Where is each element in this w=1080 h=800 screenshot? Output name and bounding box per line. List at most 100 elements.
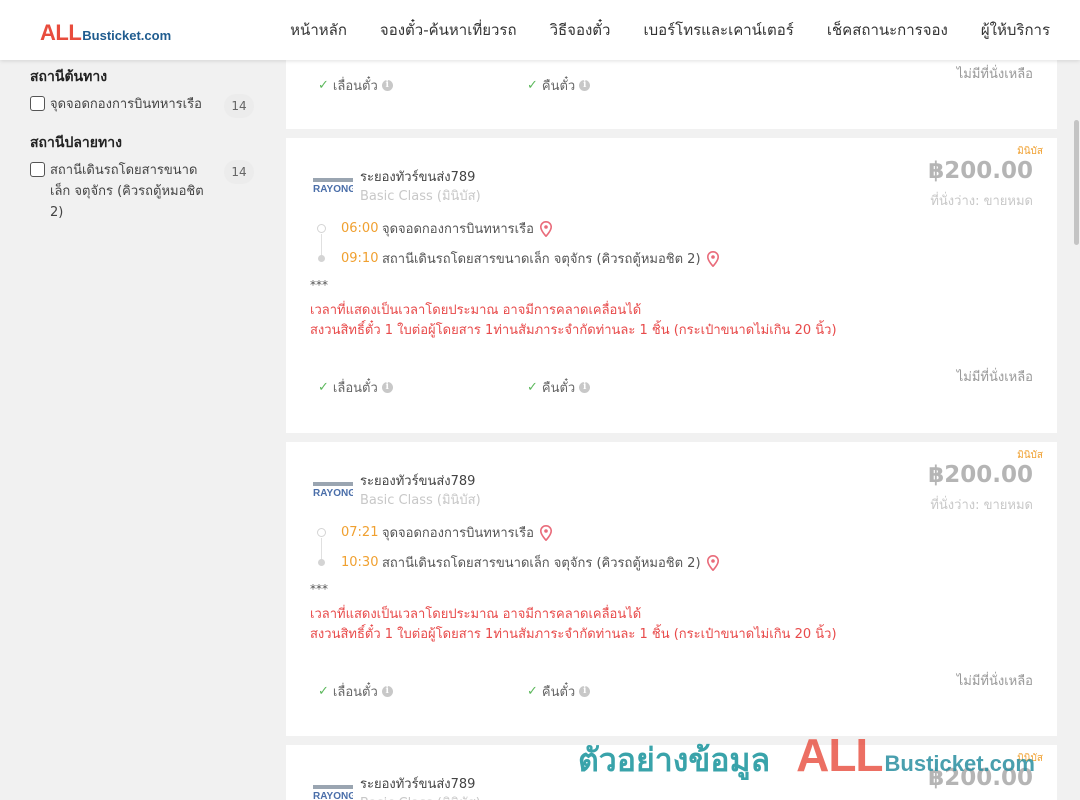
- arrival-time: 10:30: [341, 555, 379, 570]
- map-pin-icon[interactable]: [539, 524, 552, 541]
- trip-card[interactable]: มินิบัส RAYONG ระยองทัวร์ขนส่ง789 Basic …: [286, 745, 1057, 800]
- map-pin-icon[interactable]: [539, 220, 552, 237]
- refund-label: คืนตั๋ว: [541, 79, 576, 94]
- vehicle-badge: มินิบัส: [1017, 753, 1043, 764]
- origin-filter-item[interactable]: จุดจอดกองการบินทหารเรือ 14: [30, 94, 260, 118]
- dest-filter-item[interactable]: สถานีเดินรถโดยสารขนาดเล็ก จตุจักร (คิวรถ…: [30, 160, 260, 223]
- vehicle-badge: มินิบัส: [1017, 450, 1043, 461]
- no-seats-label: ไม่มีที่นั่งเหลือ: [956, 674, 1033, 689]
- class-label: Basic Class (มินิบัส): [360, 792, 481, 800]
- trip-card-partial[interactable]: ✓ เลื่อนตั๋ว i ✓ คืนตั๋ว i ไม่มีที่นั่งเ…: [286, 60, 1057, 129]
- origin-filter-label: จุดจอดกองการบินทหารเรือ: [50, 97, 202, 112]
- nav-book-search[interactable]: จองตั๋ว-ค้นหาเที่ยวรถ: [380, 18, 517, 42]
- departure-stop: 06:00 จุดจอดกองการบินทหารเรือ: [341, 218, 552, 239]
- operator-logo-icon: RAYONG: [313, 178, 353, 194]
- dest-filter-title: สถานีปลายทาง: [30, 135, 122, 151]
- operator-logo-icon: RAYONG: [313, 785, 353, 800]
- reschedule-label: เลื่อนตั๋ว: [332, 79, 378, 94]
- site-logo[interactable]: ALL Busticket.com: [40, 20, 171, 46]
- check-icon: ✓: [527, 380, 538, 395]
- baggage-note: สงวนสิทธิ์ตั๋ว 1 ใบต่อผู้โดยสาร 1ท่านสัม…: [310, 627, 837, 642]
- info-icon[interactable]: i: [579, 80, 591, 91]
- refund-option: ✓ คืนตั๋ว i: [527, 75, 591, 96]
- trip-card[interactable]: มินิบัส RAYONG ระยองทัวร์ขนส่ง789 Basic …: [286, 442, 1057, 736]
- svg-text:RAYONG: RAYONG: [313, 488, 353, 498]
- main-nav: หน้าหลัก จองตั๋ว-ค้นหาเที่ยวรถ วิธีจองตั…: [257, 0, 1050, 60]
- info-icon[interactable]: i: [579, 382, 591, 393]
- arrival-stop: 09:10 สถานีเดินรถโดยสารขนาดเล็ก จตุจักร …: [341, 248, 719, 269]
- origin-filter-title: สถานีต้นทาง: [30, 69, 108, 85]
- info-icon[interactable]: i: [381, 382, 393, 393]
- notes-separator: ***: [310, 278, 328, 292]
- departure-station: จุดจอดกองการบินทหารเรือ: [382, 222, 534, 237]
- operator-name: ระยองทัวร์ขนส่ง789: [360, 777, 476, 792]
- timeline-end-dot: [318, 559, 325, 566]
- seats-available: ที่นั่งว่าง: ขายหมด: [930, 498, 1033, 513]
- seats-available: ที่นั่งว่าง: ขายหมด: [930, 194, 1033, 209]
- no-seats-label: ไม่มีที่นั่งเหลือ: [956, 370, 1033, 385]
- check-icon: ✓: [527, 78, 538, 93]
- reschedule-label: เลื่อนตั๋ว: [332, 685, 378, 700]
- nav-booking-status[interactable]: เช็คสถานะการจอง: [827, 18, 948, 42]
- reschedule-option: ✓ เลื่อนตั๋ว i: [318, 681, 393, 702]
- no-seats-label: ไม่มีที่นั่งเหลือ: [956, 67, 1033, 82]
- info-icon[interactable]: i: [381, 686, 393, 697]
- arrival-stop: 10:30 สถานีเดินรถโดยสารขนาดเล็ก จตุจักร …: [341, 552, 719, 573]
- site-header: ALL Busticket.com หน้าหลัก จองตั๋ว-ค้นหา…: [0, 0, 1080, 60]
- price: ฿200.00: [928, 765, 1033, 791]
- price: ฿200.00: [928, 462, 1033, 488]
- origin-count-badge: 14: [224, 94, 254, 118]
- vehicle-badge: มินิบัส: [1017, 146, 1043, 157]
- info-icon[interactable]: i: [381, 80, 393, 91]
- departure-time: 06:00: [341, 221, 379, 236]
- refund-label: คืนตั๋ว: [541, 685, 576, 700]
- check-icon: ✓: [318, 684, 329, 699]
- class-label: Basic Class (มินิบัส): [360, 493, 481, 508]
- timeline-end-dot: [318, 255, 325, 262]
- departure-station: จุดจอดกองการบินทหารเรือ: [382, 526, 534, 541]
- dest-checkbox[interactable]: [30, 162, 45, 177]
- nav-how-to-book[interactable]: วิธีจองตั๋ว: [550, 18, 611, 42]
- arrival-station: สถานีเดินรถโดยสารขนาดเล็ก จตุจักร (คิวรถ…: [382, 556, 701, 571]
- departure-stop: 07:21 จุดจอดกองการบินทหารเรือ: [341, 522, 552, 543]
- reschedule-option: ✓ เลื่อนตั๋ว i: [318, 377, 393, 398]
- scrollbar-thumb[interactable]: [1074, 120, 1079, 245]
- origin-checkbox[interactable]: [30, 96, 45, 111]
- reschedule-label: เลื่อนตั๋ว: [332, 381, 378, 396]
- map-pin-icon[interactable]: [706, 554, 719, 571]
- arrival-time: 09:10: [341, 251, 379, 266]
- time-estimate-note: เวลาที่แสดงเป็นเวลาโดยประมาณ อาจมีการคลา…: [310, 303, 642, 318]
- logo-all: ALL: [40, 20, 82, 45]
- dest-filter-label: สถานีเดินรถโดยสารขนาดเล็ก จตุจักร (คิวรถ…: [50, 163, 204, 220]
- operator-name: ระยองทัวร์ขนส่ง789: [360, 170, 476, 185]
- filter-sidebar: สถานีต้นทาง จุดจอดกองการบินทหารเรือ 14 ส…: [30, 60, 260, 223]
- refund-option: ✓ คืนตั๋ว i: [527, 681, 591, 702]
- class-label: Basic Class (มินิบัส): [360, 189, 481, 204]
- baggage-note: สงวนสิทธิ์ตั๋ว 1 ใบต่อผู้โดยสาร 1ท่านสัม…: [310, 323, 837, 338]
- price: ฿200.00: [928, 158, 1033, 184]
- nav-operators[interactable]: ผู้ให้บริการ: [981, 18, 1050, 42]
- info-icon[interactable]: i: [579, 686, 591, 697]
- check-icon: ✓: [527, 684, 538, 699]
- check-icon: ✓: [318, 78, 329, 93]
- timeline-start-dot: [317, 224, 326, 233]
- nav-contacts[interactable]: เบอร์โทรและเคาน์เตอร์: [643, 18, 793, 42]
- reschedule-option: ✓ เลื่อนตั๋ว i: [318, 75, 393, 96]
- map-pin-icon[interactable]: [706, 250, 719, 267]
- trip-card[interactable]: มินิบัส RAYONG ระยองทัวร์ขนส่ง789 Basic …: [286, 138, 1057, 433]
- arrival-station: สถานีเดินรถโดยสารขนาดเล็ก จตุจักร (คิวรถ…: [382, 252, 701, 267]
- operator-name: ระยองทัวร์ขนส่ง789: [360, 474, 476, 489]
- svg-text:RAYONG: RAYONG: [313, 791, 353, 800]
- operator-logo-icon: RAYONG: [313, 482, 353, 498]
- logo-busticket: Busticket.com: [82, 28, 172, 43]
- refund-label: คืนตั๋ว: [541, 381, 576, 396]
- refund-option: ✓ คืนตั๋ว i: [527, 377, 591, 398]
- nav-home[interactable]: หน้าหลัก: [290, 18, 347, 42]
- time-estimate-note: เวลาที่แสดงเป็นเวลาโดยประมาณ อาจมีการคลา…: [310, 607, 642, 622]
- departure-time: 07:21: [341, 525, 379, 540]
- svg-text:RAYONG: RAYONG: [313, 184, 353, 194]
- check-icon: ✓: [318, 380, 329, 395]
- timeline-start-dot: [317, 528, 326, 537]
- notes-separator: ***: [310, 582, 328, 596]
- dest-count-badge: 14: [224, 160, 254, 184]
